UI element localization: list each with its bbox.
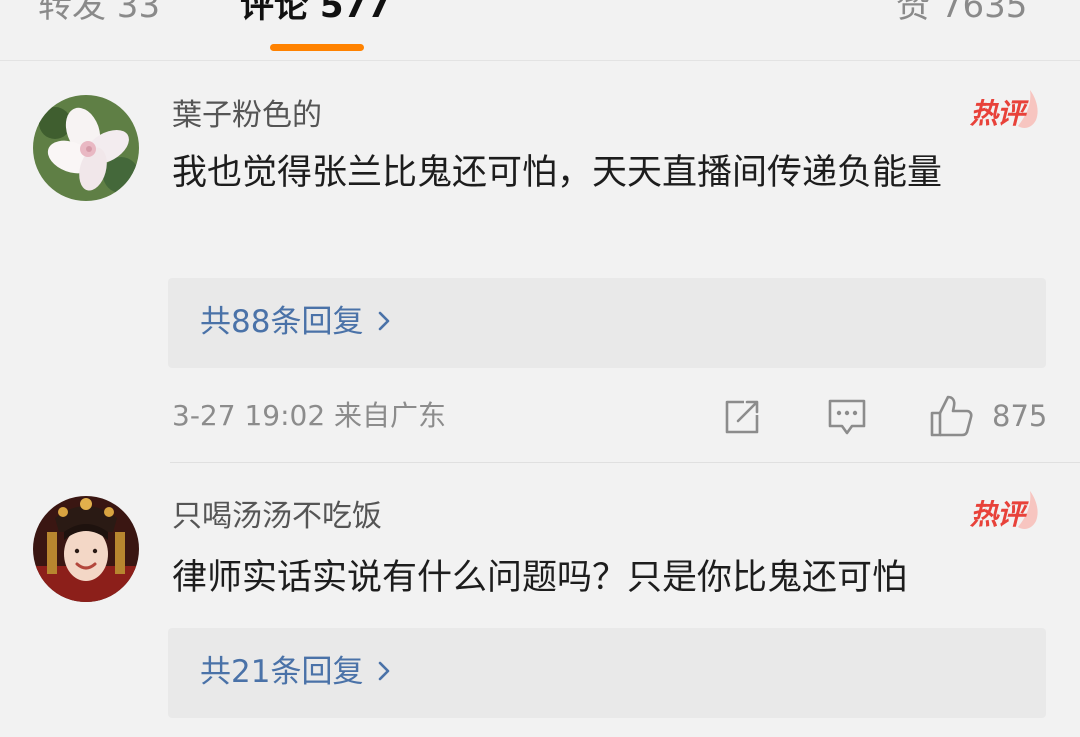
comment-content: 我也觉得张兰比鬼还可怕，天天直播间传递负能量 [172,153,943,193]
like-button[interactable] [928,393,974,443]
comment-divider [170,462,1080,463]
hot-badge-label: 热评 [970,498,1025,531]
avatar[interactable] [33,496,139,602]
like-count: 875 [992,399,1048,433]
hot-comment-badge: 热评 [966,487,1046,537]
view-replies-link[interactable]: 共21条回复 [200,652,391,693]
tabs-divider [0,60,1080,61]
chevron-right-icon [377,303,391,343]
avatar-flower-image [33,95,139,201]
tab-comments[interactable]: 评论 577 [240,0,391,26]
view-replies-link[interactable]: 共88条回复 [200,302,391,343]
chevron-right-icon [377,653,391,693]
comment-content: 律师实话实说有什么问题吗？只是你比鬼还可怕 [172,558,908,598]
comment-icon [828,399,866,435]
share-button[interactable] [722,397,762,441]
replies-box[interactable]: 共88条回复 [168,278,1046,368]
view-replies-label: 共21条回复 [200,654,364,690]
comment-meta: 3-27 19:02 来自广东 [172,399,447,432]
share-icon [725,400,759,434]
replies-box[interactable]: 共21条回复 [168,628,1046,718]
view-replies-label: 共88条回复 [200,304,364,340]
hot-badge-label: 热评 [970,97,1025,130]
tab-likes[interactable]: 赞 7635 [896,0,1027,26]
comment-tabs: 转发 33 评论 577 赞 7635 [0,0,1080,60]
hot-comment-badge: 热评 [966,86,1046,136]
like-icon [930,395,973,437]
avatar[interactable] [33,95,139,201]
tab-reposts[interactable]: 转发 33 [38,0,160,26]
comment-username[interactable]: 葉子粉色的 [172,98,322,134]
avatar-costume-portrait-image [33,496,139,602]
comment-username[interactable]: 只喝汤汤不吃饭 [172,499,382,535]
active-tab-indicator [270,44,364,51]
comment-button[interactable] [826,396,868,442]
